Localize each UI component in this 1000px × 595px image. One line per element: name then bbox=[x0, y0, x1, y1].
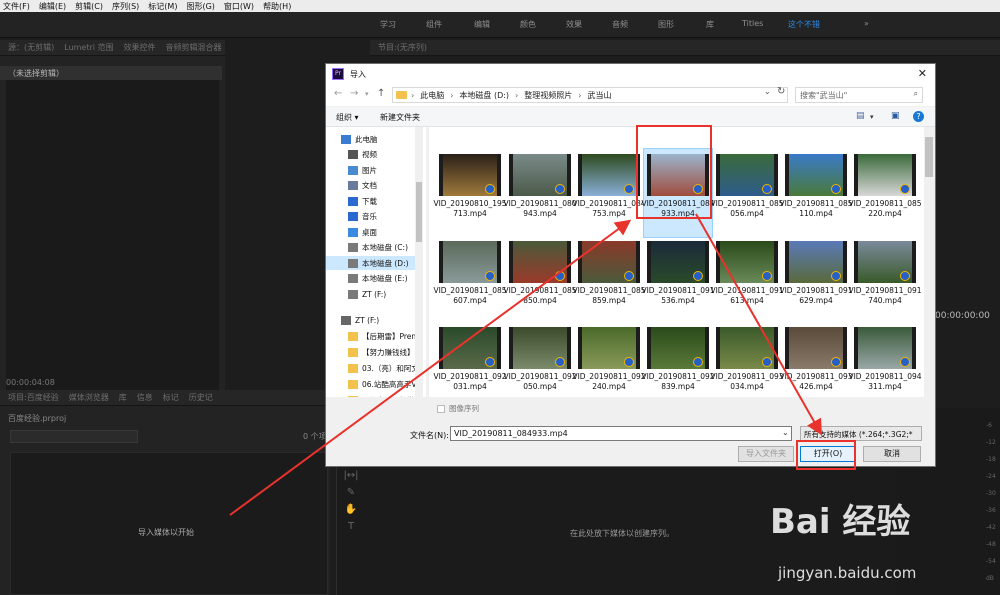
watermark-brand: Bai 经验 bbox=[770, 502, 911, 542]
arrow-to-open bbox=[695, 213, 822, 436]
watermark-url: jingyan.baidu.com bbox=[778, 564, 917, 582]
arrow-to-file bbox=[229, 219, 632, 516]
baidu-watermark: Bai 经验 jingyan.baidu.com bbox=[770, 480, 1000, 595]
